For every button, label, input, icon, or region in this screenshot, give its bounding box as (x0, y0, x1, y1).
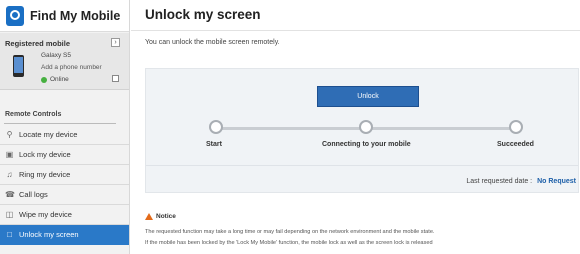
phone-icon (13, 55, 24, 77)
sidebar-item-call-logs[interactable]: ☎ Call logs (0, 185, 129, 205)
lock-icon: ▣ (5, 150, 14, 159)
last-requested-value: No Request (537, 178, 576, 185)
sidebar-item-label: Locate my device (19, 130, 78, 139)
unlock-panel: Unlock Start Connecting to your mobile S… (145, 68, 579, 193)
warning-icon (145, 213, 153, 220)
unlock-button[interactable]: Unlock (317, 86, 419, 107)
divider (4, 123, 116, 124)
phone-log-icon: ☎ (5, 190, 15, 199)
find-my-mobile-logo-icon (6, 5, 24, 26)
unlock-icon: □ (7, 230, 12, 239)
add-phone-number-link[interactable]: Add a phone number (41, 64, 102, 71)
sidebar-item-unlock-screen[interactable]: □ Unlock my screen (0, 225, 129, 245)
sidebar: Find My Mobile Registered mobile › Galax… (0, 0, 130, 254)
sidebar-item-locate[interactable]: ⚲ Locate my device (0, 125, 129, 145)
intro-text: You can unlock the mobile screen remotel… (145, 39, 280, 46)
chevron-right-icon[interactable]: › (111, 38, 120, 47)
step-succeeded-label: Succeeded (497, 141, 534, 148)
divider (131, 30, 580, 31)
sidebar-item-label: Ring my device (19, 170, 71, 179)
sidebar-item-label: Lock my device (19, 150, 71, 159)
step-start-label: Start (206, 141, 222, 148)
brand-header[interactable]: Find My Mobile (0, 0, 129, 32)
notice-title: Notice (156, 213, 176, 220)
step-start-dot (209, 120, 223, 134)
main-content: Unlock my screen You can unlock the mobi… (131, 0, 580, 254)
last-requested-date: Last requested date : No Request (466, 178, 576, 185)
notice-line: If the mobile has been locked by the 'Lo… (145, 240, 433, 246)
sidebar-item-label: Unlock my screen (19, 230, 79, 239)
step-connecting-label: Connecting to your mobile (322, 141, 411, 148)
step-succeeded-dot (509, 120, 523, 134)
device-status: Online (41, 76, 69, 83)
sidebar-item-lock[interactable]: ▣ Lock my device (0, 145, 129, 165)
registered-mobile-heading: Registered mobile (5, 39, 71, 48)
online-dot-icon (41, 76, 47, 83)
notice-line: The requested function may take a long t… (145, 229, 435, 235)
notice-heading: Notice (145, 213, 176, 220)
app-title: Find My Mobile (30, 8, 121, 23)
sidebar-item-wipe[interactable]: ◫ Wipe my device (0, 205, 129, 225)
last-requested-label: Last requested date : (466, 178, 533, 185)
music-note-icon: ♫ (6, 170, 13, 179)
device-status-text: Online (50, 76, 69, 83)
page-title: Unlock my screen (145, 7, 261, 22)
remote-controls-heading: Remote Controls (5, 111, 62, 118)
search-icon: ⚲ (6, 130, 13, 139)
sidebar-item-ring[interactable]: ♫ Ring my device (0, 165, 129, 185)
sidebar-item-label: Call logs (19, 190, 48, 199)
sidebar-item-label: Wipe my device (19, 210, 72, 219)
divider (146, 165, 578, 166)
step-connecting-dot (359, 120, 373, 134)
trash-icon: ◫ (5, 210, 14, 219)
registered-mobile-panel: Registered mobile › Galaxy S5 Add a phon… (0, 33, 129, 90)
refresh-icon[interactable] (112, 75, 119, 82)
remote-controls-nav: ⚲ Locate my device ▣ Lock my device ♫ Ri… (0, 125, 129, 245)
device-name: Galaxy S5 (41, 52, 71, 59)
